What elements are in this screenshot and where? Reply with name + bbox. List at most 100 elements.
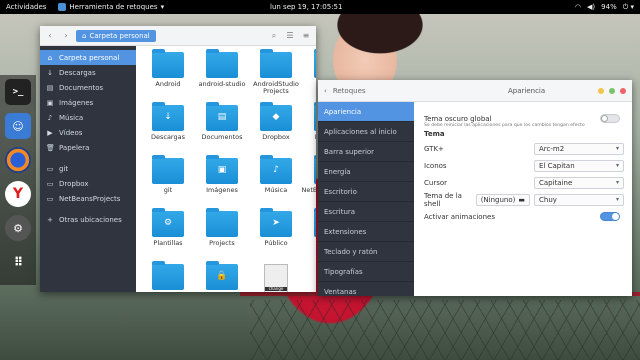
settings-icon[interactable]: ⚙ (5, 215, 31, 241)
chevron-down-icon: ▾ (615, 196, 619, 203)
folder-emblem: ▣ (217, 165, 227, 175)
folder-item[interactable]: Arduino (304, 49, 316, 104)
search-icon[interactable]: ⌕ (268, 30, 280, 42)
tweaks-category[interactable]: Apariencia (318, 102, 414, 122)
sidebar-item[interactable]: ▭ NetBeansProjects (40, 191, 136, 206)
firefox-icon[interactable] (5, 147, 31, 173)
tweaks-category[interactable]: Aplicaciones al inicio (318, 122, 414, 142)
file-label: Música (264, 186, 288, 194)
tweaks-category[interactable]: Extensiones (318, 222, 414, 242)
menu-icon[interactable]: ≡ (300, 30, 312, 42)
tweaks-category[interactable]: Escritura (318, 202, 414, 222)
shell-theme-select[interactable]: Chuy ▾ (534, 193, 624, 206)
sidebar-item-label: Imágenes (59, 98, 94, 107)
sidebar-item[interactable]: ↓ Descargas (40, 65, 136, 80)
icons-theme-select[interactable]: El Capitan ▾ (534, 159, 624, 172)
finder-icon[interactable]: ☺ (5, 113, 31, 139)
sidebar-item[interactable]: 🗑 Papelera (40, 140, 136, 155)
folder-icon (314, 102, 316, 131)
folder-item[interactable]: ◆ Dropbox (250, 102, 302, 157)
activities-button[interactable]: Actividades (6, 3, 46, 11)
folder-icon: ⚙ (152, 208, 184, 237)
file-label: Android (155, 80, 181, 88)
sidebar-title: Retoques (332, 86, 366, 95)
sidebar-item-label: NetBeansProjects (59, 194, 121, 203)
apps-grid-icon[interactable]: ⠿ (5, 249, 31, 275)
clock[interactable]: lun sep 19, 17:05:51 (270, 3, 342, 11)
system-tray[interactable]: ◠ ◀) 94% ⏻ ▾ (575, 3, 634, 12)
tweaks-category[interactable]: Tipografías (318, 262, 414, 282)
shell-theme-file-button[interactable]: (Ninguno) ▬ (475, 193, 530, 206)
folder-item[interactable]: NetBeansProjects (302, 155, 316, 210)
yandex-browser-icon[interactable]: Y (5, 181, 31, 207)
dark-theme-switch[interactable] (600, 114, 620, 123)
file-label: Plantillas (153, 239, 183, 247)
folder-item[interactable]: ♪ Música (250, 155, 302, 210)
folder-item[interactable]: Android (142, 49, 194, 104)
file-label: Projects (209, 239, 235, 247)
folder-icon (152, 155, 184, 184)
folder-item[interactable]: 🔒www (196, 261, 248, 292)
tweaks-category[interactable]: Energía (318, 162, 414, 182)
folder-item[interactable]: ➤ Público (250, 208, 302, 263)
sidebar-item[interactable]: ▶ Vídeos (40, 125, 136, 140)
tweaks-category[interactable]: Escritorio (318, 182, 414, 202)
forward-icon[interactable]: › (60, 30, 72, 42)
sidebar-item[interactable]: ▤ Documentos (40, 80, 136, 95)
icons-row: Iconos El Capitan ▾ (424, 157, 624, 174)
tweaks-headerbar: ‹ Retoques Apariencia (318, 80, 632, 102)
path-button-home[interactable]: ⌂ Carpeta personal (76, 29, 156, 42)
gtk-theme-select[interactable]: Arc-m2 ▾ (534, 142, 624, 155)
folder-emblem: ⚙ (163, 218, 173, 228)
sidebar-item-icon: ▭ (46, 194, 54, 203)
folder-item[interactable]: VirtualBox (142, 261, 194, 292)
maximize-button[interactable] (609, 87, 615, 94)
folder-icon: ♪ (260, 155, 292, 184)
folder-icon: ▶ (314, 208, 316, 237)
terminal-icon[interactable]: >_ (5, 79, 31, 105)
tweaks-category[interactable]: Barra superior (318, 142, 414, 162)
shell-theme-value: Chuy (539, 195, 557, 204)
file-label: Descargas (150, 133, 185, 141)
folder-item[interactable]: git (142, 155, 194, 210)
files-window: ‹ › ⌂ Carpeta personal ⌕ ☰ ≡ ⌂ Carpeta pe… (40, 26, 316, 292)
folder-item[interactable]: ↓ Descargas (142, 102, 194, 157)
files-grid: Android android-studio AndroidStudio Proje… (136, 46, 316, 292)
back-icon[interactable]: ‹ (44, 30, 56, 42)
back-icon[interactable]: ‹ (324, 87, 327, 95)
folder-item[interactable]: Projects (196, 208, 248, 263)
sidebar-item-icon: ↓ (47, 68, 53, 77)
view-list-icon[interactable]: ☰ (284, 30, 296, 42)
tweaks-category[interactable]: Ventanas (318, 282, 414, 296)
sidebar-item[interactable]: ▭ Dropbox (40, 176, 136, 191)
sidebar-item[interactable]: ▭ git (40, 161, 136, 176)
sidebar-item[interactable]: ▣ Imágenes (40, 95, 136, 110)
minimize-button[interactable] (598, 87, 604, 94)
folder-item[interactable]: ▣ Imágenes (196, 155, 248, 210)
app-menu-button[interactable]: Herramienta de retoques ▾ (58, 3, 164, 11)
chevron-down-icon: ▾ (160, 3, 165, 11)
folder-icon (314, 49, 316, 78)
folder-icon: ▬ (518, 195, 525, 204)
chevron-down-icon: ▾ (615, 179, 619, 186)
folder-item[interactable]: ⚙ Plantillas (142, 208, 194, 263)
folder-item[interactable]: android-studio (196, 49, 248, 104)
sidebar-item[interactable]: ⌂ Carpeta personal (40, 50, 136, 65)
sidebar-item-label: git (59, 164, 69, 173)
sidebar-item[interactable]: + Otras ubicaciones (40, 212, 136, 227)
dark-theme-label: Tema oscuro global (424, 114, 492, 123)
file-label: Dropbox (262, 133, 290, 141)
folder-item[interactable]: AndroidStudio Projects (250, 49, 302, 104)
tweaks-category[interactable]: Teclado y ratón (318, 242, 414, 262)
file-item[interactable]: changepgadmin.log (250, 264, 302, 292)
folder-item[interactable]: ▤ Documentos (196, 102, 248, 157)
close-button[interactable] (620, 87, 626, 94)
animations-switch[interactable] (600, 212, 620, 221)
folder-item[interactable]: Escritorio (304, 102, 316, 157)
sidebar-item-label: Otras ubicaciones (59, 215, 122, 224)
folder-item[interactable]: ▶Vídeos (304, 208, 316, 263)
cursor-theme-select[interactable]: Capitaine ▾ (534, 176, 624, 189)
cursor-theme-value: Capitaine (539, 178, 573, 187)
sidebar-item[interactable]: ♪ Música (40, 110, 136, 125)
sidebar-item-icon: ▣ (46, 98, 54, 107)
